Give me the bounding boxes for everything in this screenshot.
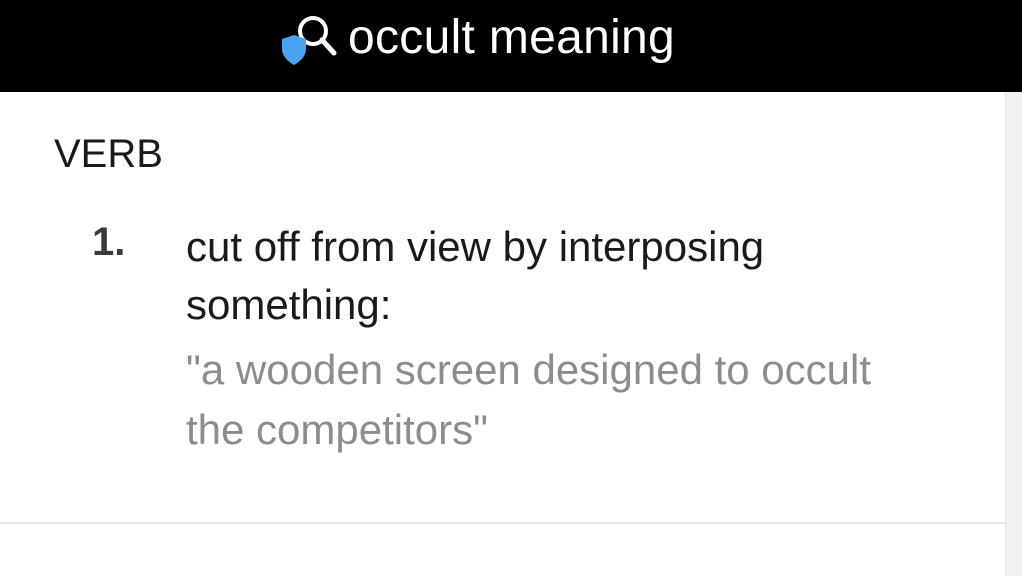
definition-text: cut off from view by interposing somethi…: [186, 223, 765, 328]
part-of-speech-label: VERB: [54, 132, 163, 176]
next-card: [0, 524, 1005, 576]
search-field[interactable]: occult meaning: [276, 6, 675, 68]
definition-example: "a wooden screen designed to occult the …: [186, 346, 872, 453]
definition-number: 1.: [92, 220, 126, 264]
definition-card: VERB 1. cut off from view by interposing…: [0, 92, 1005, 524]
search-query-text[interactable]: occult meaning: [348, 10, 675, 65]
shield-search-icon: [276, 9, 340, 65]
top-search-bar: occult meaning: [0, 0, 1022, 92]
scroll-rail[interactable]: [1005, 92, 1022, 576]
